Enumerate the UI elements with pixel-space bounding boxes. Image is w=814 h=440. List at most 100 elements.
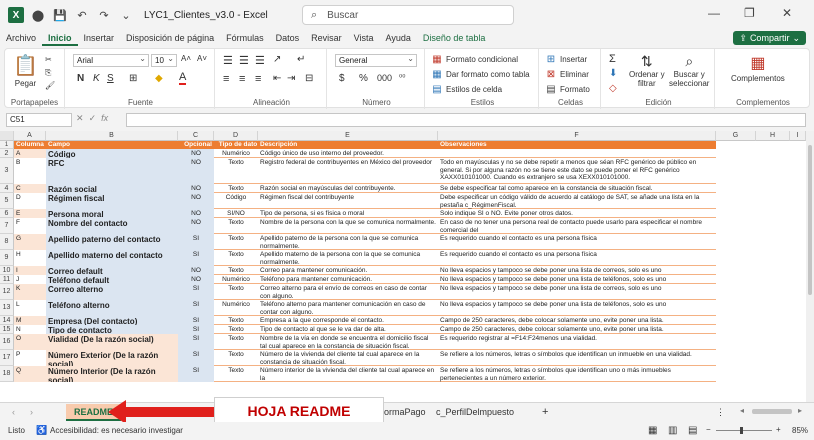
cell-obs[interactable]: Es requerido registrar al =F14:F24menos …	[438, 334, 716, 350]
fill-color-icon[interactable]: ◆	[155, 73, 163, 84]
col-header-i[interactable]: I	[790, 131, 806, 141]
close-button[interactable]: ✕	[782, 6, 792, 20]
cell-obs[interactable]: No lleva espacios y tampoco se debe pone…	[438, 300, 716, 316]
zoom-in-icon[interactable]: +	[776, 425, 781, 434]
cell-campo[interactable]: Correo default	[46, 266, 178, 275]
row-header[interactable]: 14	[0, 316, 14, 325]
cell-tipo[interactable]: Numérico	[214, 300, 258, 316]
prev-sheet-icon[interactable]: ‹	[12, 404, 15, 421]
cell-desc[interactable]: Empresa a la que corresponde el contacto…	[258, 316, 438, 325]
find-select-button[interactable]: ⌕ Buscar y seleccionar	[669, 53, 709, 88]
cell-col[interactable]: K	[14, 284, 46, 300]
cell-campo[interactable]: Vialidad (De la razón social)	[46, 334, 178, 350]
spreadsheet-grid[interactable]: A B C D E F G H I 1 Columna Campo Opcion…	[0, 131, 806, 402]
align-left-icon[interactable]: ≡	[223, 73, 229, 85]
cell-col[interactable]: H	[14, 250, 46, 266]
cell-obs[interactable]: Es requerido cuando el contacto es una p…	[438, 250, 716, 266]
cell-obs[interactable]: Es requerido cuando el contacto es una p…	[438, 234, 716, 250]
cell-col[interactable]: P	[14, 350, 46, 366]
scroll-right-icon[interactable]: ▸	[798, 406, 802, 415]
cell-desc[interactable]: Teléfono alterno para mantener comunicac…	[258, 300, 438, 316]
align-center-icon[interactable]: ≡	[239, 73, 245, 85]
tab-inicio[interactable]: Inicio	[42, 30, 78, 46]
cell-tipo[interactable]: Numérico	[214, 275, 258, 284]
autosave-icon[interactable]: ⬤	[30, 7, 46, 23]
save-icon[interactable]: 💾	[52, 7, 68, 23]
col-header-g[interactable]: G	[716, 131, 756, 141]
cell-opt[interactable]: NO	[178, 184, 214, 193]
header-tipo[interactable]: Tipo de dato	[216, 141, 260, 149]
copy-icon[interactable]: ⎘	[45, 68, 51, 78]
cell-tipo[interactable]: Texto	[214, 158, 258, 184]
cell-tipo[interactable]: Texto	[214, 266, 258, 275]
cell-desc[interactable]: Razón social en mayúsculas del contribuy…	[258, 184, 438, 193]
cell-tipo[interactable]: Texto	[214, 234, 258, 250]
row-header[interactable]: 9	[0, 250, 14, 266]
cell-campo[interactable]: Apellido paterno del contacto	[46, 234, 178, 250]
borders-icon[interactable]: ⊞	[129, 73, 137, 84]
header-descripcion[interactable]: Descripción	[260, 141, 297, 149]
header-columna[interactable]: Columna	[16, 141, 44, 149]
zoom-level[interactable]: 85%	[792, 426, 808, 435]
number-format-select[interactable]: General	[335, 53, 417, 67]
cell-campo[interactable]: Número Exterior (De la razón social)	[46, 350, 178, 366]
cell-tipo[interactable]: Texto	[214, 350, 258, 366]
cell-tipo[interactable]: Código	[214, 193, 258, 209]
shrink-font-icon[interactable]: A˅	[197, 54, 207, 63]
col-header-b[interactable]: B	[46, 131, 178, 141]
cell-desc[interactable]: Número interior de la vivienda del clien…	[258, 366, 438, 382]
tab-formulas[interactable]: Fórmulas	[220, 30, 270, 46]
cell-obs[interactable]: Se refiere a los números, letras o símbo…	[438, 350, 716, 366]
row-header[interactable]: 7	[0, 218, 14, 234]
hscroll-thumb[interactable]	[752, 409, 792, 414]
share-button[interactable]: ⇪ Compartir ⌄	[733, 31, 806, 45]
row-header[interactable]: 12	[0, 284, 14, 300]
cell-desc[interactable]: Código único de uso interno del proveedo…	[258, 149, 438, 158]
tab-vista[interactable]: Vista	[348, 30, 380, 46]
row-header[interactable]: 5	[0, 193, 14, 209]
row-header[interactable]: 10	[0, 266, 14, 275]
cell-col[interactable]: O	[14, 334, 46, 350]
cell-opt[interactable]: NO	[178, 193, 214, 209]
tab-revisar[interactable]: Revisar	[305, 30, 348, 46]
format-painter-icon[interactable]: 🖌	[45, 81, 55, 90]
row-header[interactable]: 18	[0, 366, 14, 382]
name-box[interactable]: C51	[6, 113, 72, 127]
cell-campo[interactable]: Teléfono alterno	[46, 300, 178, 316]
italic-icon[interactable]: K	[93, 73, 100, 84]
cell-campo[interactable]: Número Interior (De la razón social)	[46, 366, 178, 382]
row-header[interactable]: 8	[0, 234, 14, 250]
cell-desc[interactable]: Nombre de la vía en donde se encuentra e…	[258, 334, 438, 350]
customize-toolbar-icon[interactable]: ⌄	[118, 7, 134, 23]
header-observaciones[interactable]: Observaciones	[440, 141, 487, 149]
increase-indent-icon[interactable]: ⇥	[287, 73, 295, 84]
cell-col[interactable]: J	[14, 275, 46, 284]
cell-col[interactable]: M	[14, 316, 46, 325]
row-header[interactable]: 16	[0, 334, 14, 350]
cell-opt[interactable]: SI	[178, 334, 214, 350]
cell-opt[interactable]: SI	[178, 350, 214, 366]
format-button[interactable]: ▤ Formato	[545, 83, 590, 95]
conditional-format-button[interactable]: ▦ Formato condicional	[431, 53, 518, 65]
sheet-tab-perfil-impuesto[interactable]: c_PerfilDelmpuesto	[436, 404, 514, 421]
clear-icon[interactable]: ◇	[609, 83, 617, 94]
cell-opt[interactable]: SI	[178, 316, 214, 325]
align-top-icon[interactable]: ☰	[223, 54, 233, 67]
cell-col[interactable]: A	[14, 149, 46, 158]
redo-icon[interactable]: ↷	[96, 7, 112, 23]
wrap-text-icon[interactable]: ↵	[297, 54, 305, 65]
cell-obs[interactable]: No lleva espacios y tampoco se debe pone…	[438, 284, 716, 300]
cell-col[interactable]: C	[14, 184, 46, 193]
zoom-out-icon[interactable]: −	[706, 425, 711, 434]
cell-desc[interactable]: Número de la vivienda del cliente tal cu…	[258, 350, 438, 366]
row-header[interactable]: 17	[0, 350, 14, 366]
cell-opt[interactable]: NO	[178, 209, 214, 218]
header-campo[interactable]: Campo	[48, 141, 70, 149]
page-layout-icon[interactable]: ▥	[668, 425, 677, 436]
cell-obs[interactable]: Se refiere a los números, letras o símbo…	[438, 366, 716, 382]
cell-campo[interactable]: RFC	[46, 158, 178, 184]
cell-opt[interactable]: NO	[178, 149, 214, 158]
underline-icon[interactable]: S	[107, 73, 114, 84]
normal-view-icon[interactable]: ▦	[648, 425, 657, 436]
tab-insertar[interactable]: Insertar	[78, 30, 121, 46]
